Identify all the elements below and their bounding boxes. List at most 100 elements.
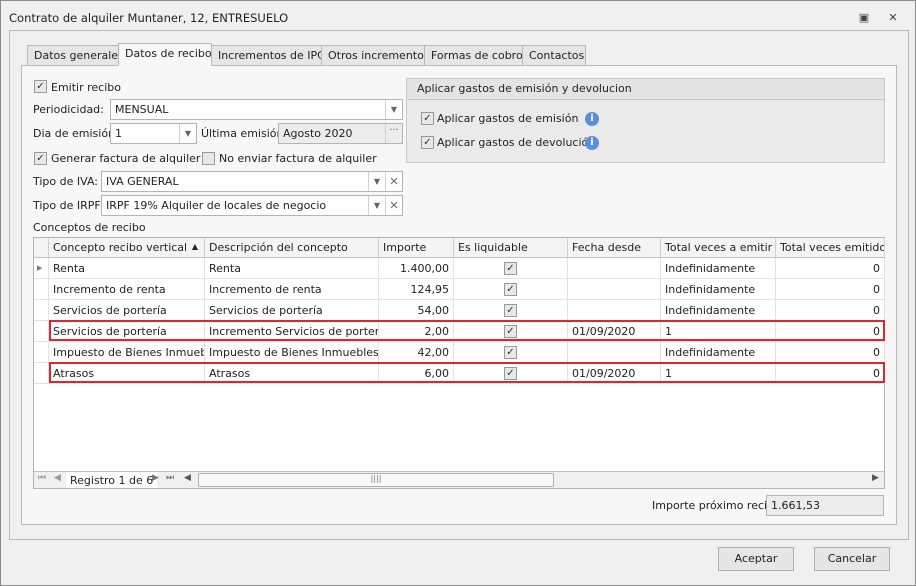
chevron-down-icon[interactable]: ▼ — [368, 172, 385, 191]
prev-record-icon[interactable]: ◀ — [54, 473, 61, 483]
column-header-liquidable[interactable]: Es liquidable — [454, 238, 568, 258]
tab-datos-generales[interactable]: Datos generales — [27, 45, 124, 66]
no-enviar-checkbox[interactable] — [202, 152, 215, 165]
table-cell-concepto[interactable]: Servicios de portería — [49, 321, 205, 342]
row-indicator[interactable] — [34, 363, 49, 384]
clear-icon[interactable]: ✕ — [385, 172, 402, 191]
next-record-icon[interactable]: ▶ — [152, 473, 159, 483]
tab-datos-de-recibo[interactable]: Datos de recibo — [118, 43, 212, 66]
gastos-emision-checkbox[interactable]: ✓ — [421, 112, 434, 125]
column-header-importe[interactable]: Importe — [379, 238, 454, 258]
scroll-right-icon[interactable]: ▶ — [872, 473, 879, 483]
cancelar-button[interactable]: Cancelar — [814, 547, 890, 571]
table-cell-descripcion[interactable]: Incremento de renta — [205, 279, 379, 300]
table-cell-importe[interactable]: 54,00 — [379, 300, 454, 321]
liquidable-checkbox[interactable]: ✓ — [504, 262, 517, 275]
table-cell-liquidable[interactable]: ✓ — [454, 279, 568, 300]
scroll-left-icon[interactable]: ◀ — [184, 473, 191, 483]
table-cell-descripcion[interactable]: Impuesto de Bienes Inmuebles — [205, 342, 379, 363]
aceptar-button[interactable]: Aceptar — [718, 547, 794, 571]
close-icon[interactable]: ✕ — [886, 11, 900, 24]
table-cell-liquidable[interactable]: ✓ — [454, 300, 568, 321]
liquidable-checkbox[interactable]: ✓ — [504, 346, 517, 359]
iva-select[interactable]: IVA GENERAL ▼ ✕ — [101, 171, 403, 192]
table-cell-veces-emitir[interactable]: 1 — [661, 363, 776, 384]
liquidable-checkbox[interactable]: ✓ — [504, 283, 517, 296]
column-header-concepto[interactable]: Concepto recibo vertical ▲ — [49, 238, 205, 258]
table-cell-veces-emitido[interactable]: 0 — [776, 321, 885, 342]
row-indicator[interactable] — [34, 321, 49, 342]
chevron-down-icon[interactable]: ▼ — [385, 100, 402, 119]
irpf-select[interactable]: IRPF 19% Alquiler de locales de negocio ▼… — [101, 195, 403, 216]
table-cell-veces-emitir[interactable]: Indefinidamente — [661, 300, 776, 321]
table-cell-importe[interactable]: 42,00 — [379, 342, 454, 363]
table-cell-descripcion[interactable]: Renta — [205, 258, 379, 279]
table-cell-liquidable[interactable]: ✓ — [454, 258, 568, 279]
column-header-fecha[interactable]: Fecha desde — [568, 238, 661, 258]
no-enviar-label: No enviar factura de alquiler — [219, 152, 377, 165]
tab-formas-de-cobro[interactable]: Formas de cobro — [424, 45, 523, 66]
table-cell-fecha[interactable] — [568, 258, 661, 279]
table-cell-liquidable[interactable]: ✓ — [454, 321, 568, 342]
chevron-down-icon[interactable]: ▼ — [368, 196, 385, 215]
ultima-value: Agosto 2020 — [283, 127, 353, 140]
table-cell-descripcion[interactable]: Incremento Servicios de portería — [205, 321, 379, 342]
column-header-veces-emitir[interactable]: Total veces a emitir — [661, 238, 776, 258]
table-cell-fecha[interactable] — [568, 342, 661, 363]
table-cell-descripcion[interactable]: Servicios de portería — [205, 300, 379, 321]
liquidable-checkbox[interactable]: ✓ — [504, 304, 517, 317]
table-cell-fecha[interactable] — [568, 279, 661, 300]
info-icon[interactable]: i — [585, 112, 599, 126]
last-record-icon[interactable]: ⏭ — [166, 473, 174, 483]
column-header-descripcion[interactable]: Descripción del concepto — [205, 238, 379, 258]
dia-select[interactable]: 1 ▼ — [110, 123, 197, 144]
column-header-veces-emitido[interactable]: Total veces emitido — [776, 238, 885, 258]
ultima-emision-field[interactable]: Agosto 2020 ··· — [278, 123, 403, 144]
table-cell-veces-emitir[interactable]: 1 — [661, 321, 776, 342]
table-cell-veces-emitido[interactable]: 0 — [776, 279, 885, 300]
table-cell-concepto[interactable]: Impuesto de Bienes Inmuebles — [49, 342, 205, 363]
restore-icon[interactable]: ▣ — [857, 11, 871, 24]
emitir-recibo-checkbox[interactable]: ✓ — [34, 80, 47, 93]
row-indicator[interactable]: ▶ — [34, 258, 49, 279]
gastos-devolucion-checkbox[interactable]: ✓ — [421, 136, 434, 149]
row-indicator[interactable] — [34, 300, 49, 321]
table-cell-liquidable[interactable]: ✓ — [454, 363, 568, 384]
table-cell-concepto[interactable]: Servicios de portería — [49, 300, 205, 321]
table-cell-fecha[interactable] — [568, 300, 661, 321]
table-cell-fecha[interactable]: 01/09/2020 — [568, 363, 661, 384]
table-cell-veces-emitir[interactable]: Indefinidamente — [661, 279, 776, 300]
table-cell-concepto[interactable]: Atrasos — [49, 363, 205, 384]
clear-icon[interactable]: ✕ — [385, 196, 402, 215]
liquidable-checkbox[interactable]: ✓ — [504, 367, 517, 380]
ellipsis-icon[interactable]: ··· — [385, 124, 402, 143]
table-cell-importe[interactable]: 6,00 — [379, 363, 454, 384]
table-cell-veces-emitido[interactable]: 0 — [776, 342, 885, 363]
table-cell-descripcion[interactable]: Atrasos — [205, 363, 379, 384]
table-cell-veces-emitir[interactable]: Indefinidamente — [661, 342, 776, 363]
tab-contactos[interactable]: Contactos — [522, 45, 586, 66]
table-cell-veces-emitido[interactable]: 0 — [776, 300, 885, 321]
tab-incrementos-ipc[interactable]: Incrementos de IPC — [211, 45, 325, 66]
first-record-icon[interactable]: ⏮ — [38, 473, 46, 483]
table-cell-importe[interactable]: 1.400,00 — [379, 258, 454, 279]
table-cell-veces-emitir[interactable]: Indefinidamente — [661, 258, 776, 279]
info-icon[interactable]: i — [585, 136, 599, 150]
generar-factura-checkbox[interactable]: ✓ — [34, 152, 47, 165]
table-cell-concepto[interactable]: Incremento de renta — [49, 279, 205, 300]
table-cell-veces-emitido[interactable]: 0 — [776, 363, 885, 384]
table-cell-concepto[interactable]: Renta — [49, 258, 205, 279]
dia-label: Dia de emisión: — [33, 127, 119, 140]
periodicidad-select[interactable]: MENSUAL ▼ — [110, 99, 403, 120]
table-cell-veces-emitido[interactable]: 0 — [776, 258, 885, 279]
chevron-down-icon[interactable]: ▼ — [179, 124, 196, 143]
row-indicator[interactable] — [34, 279, 49, 300]
liquidable-checkbox[interactable]: ✓ — [504, 325, 517, 338]
table-cell-importe[interactable]: 124,95 — [379, 279, 454, 300]
tab-otros-incrementos[interactable]: Otros incrementos — [321, 45, 430, 66]
row-indicator[interactable] — [34, 342, 49, 363]
horizontal-scrollbar-thumb[interactable]: |||| — [198, 473, 554, 487]
table-cell-fecha[interactable]: 01/09/2020 — [568, 321, 661, 342]
table-cell-importe[interactable]: 2,00 — [379, 321, 454, 342]
table-cell-liquidable[interactable]: ✓ — [454, 342, 568, 363]
